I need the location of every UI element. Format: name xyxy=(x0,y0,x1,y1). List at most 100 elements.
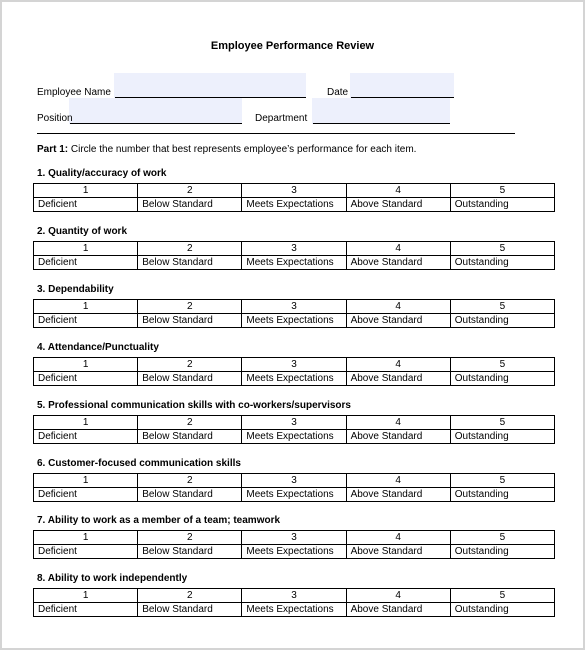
rating-description-cell: Outstanding xyxy=(449,255,556,270)
rating-number-cell[interactable]: 4 xyxy=(345,415,451,430)
rating-number-cell[interactable]: 1 xyxy=(32,357,139,372)
rating-number-cell[interactable]: 5 xyxy=(449,415,556,430)
rating-description-row: Deficient Below Standard Meets Expectation… xyxy=(32,544,556,559)
rating-description-cell: Below Standard xyxy=(137,255,243,270)
rating-number-row: 12345 xyxy=(32,357,556,372)
rating-number-cell[interactable]: 1 xyxy=(32,473,139,488)
rating-number-cell[interactable]: 4 xyxy=(345,299,451,314)
rating-table: 1 2 3 4 5 Deficient Below Standard Meets Expect… xyxy=(32,588,556,617)
rating-number-cell[interactable]: 2 xyxy=(137,357,243,372)
rating-number-cell[interactable]: 2 xyxy=(137,588,243,603)
employee-name-field[interactable] xyxy=(114,73,306,98)
rating-number-cell[interactable]: 2 xyxy=(137,241,243,256)
part1-label: Part 1: xyxy=(37,144,69,155)
rating-description-row: Deficient Below Standard Meets Expectation… xyxy=(32,255,556,270)
rating-description-cell: Above Standard xyxy=(345,487,451,502)
rating-number-cell[interactable]: 1 xyxy=(32,588,139,603)
rating-number-cell[interactable]: 5 xyxy=(449,299,556,314)
rating-number-cell[interactable]: 4 xyxy=(345,241,451,256)
rating-number-cell[interactable]: 1 xyxy=(32,241,139,256)
rating-description-cell: Deficient xyxy=(32,313,139,328)
rating-description-cell: Below Standard xyxy=(137,487,243,502)
rating-number-cell[interactable]: 5 xyxy=(449,530,556,545)
employee-name-underline xyxy=(115,97,306,98)
section-title: 6. Customer-focused communication skills xyxy=(37,458,241,469)
rating-number-cell[interactable]: 4 xyxy=(345,357,451,372)
rating-number-cell[interactable]: 2 xyxy=(137,183,243,198)
rating-number-cell[interactable]: 4 xyxy=(345,530,451,545)
rating-number-cell[interactable]: 5 xyxy=(449,357,556,372)
rating-description-cell: Deficient xyxy=(32,371,139,386)
rating-description-cell: Meets Expectations xyxy=(241,602,347,617)
part1-text: Circle the number that best represents e… xyxy=(68,144,417,155)
employee-name-label: Employee Name xyxy=(37,87,111,98)
rating-number-cell[interactable]: 4 xyxy=(345,183,451,198)
rating-number-cell[interactable]: 5 xyxy=(449,588,556,603)
rating-number-cell[interactable]: 5 xyxy=(449,183,556,198)
rating-number-cell[interactable]: 3 xyxy=(241,415,347,430)
rating-description-row: Deficient Below Standard Meets Expectation… xyxy=(32,487,556,502)
rating-number-cell[interactable]: 5 xyxy=(449,241,556,256)
rating-number-cell[interactable]: 1 xyxy=(32,299,139,314)
rating-number-cell[interactable]: 4 xyxy=(345,588,451,603)
section-title: 4. Attendance/Punctuality xyxy=(37,342,159,353)
position-label: Position xyxy=(37,113,73,124)
rating-description-cell: Meets Expectations xyxy=(241,197,347,212)
rating-description-cell: Above Standard xyxy=(345,255,451,270)
document-title: Employee Performance Review xyxy=(210,40,375,52)
rating-description-row: Deficient Below Standard Meets Expectation… xyxy=(32,371,556,386)
rating-number-cell[interactable]: 5 xyxy=(449,473,556,488)
section-title: 8. Ability to work independently xyxy=(37,573,188,584)
rating-number-cell[interactable]: 2 xyxy=(137,473,243,488)
rating-description-cell: Outstanding xyxy=(449,313,556,328)
rating-number-cell[interactable]: 3 xyxy=(241,473,347,488)
section-title: 1. Quality/accuracy of work xyxy=(37,168,167,179)
rating-description-cell: Below Standard xyxy=(137,429,243,444)
rating-description-cell: Deficient xyxy=(32,429,139,444)
rating-number-cell[interactable]: 3 xyxy=(241,357,347,372)
rating-table: 1 2 3 4 5 Deficient Below Standard Meets Expect… xyxy=(32,241,556,270)
rating-number-cell[interactable]: 3 xyxy=(241,588,347,603)
rating-number-cell[interactable]: 2 xyxy=(137,299,243,314)
department-field[interactable] xyxy=(312,98,450,124)
rating-number-row: 12345 xyxy=(32,299,556,314)
rating-number-cell[interactable]: 2 xyxy=(137,415,243,430)
rating-description-cell: Meets Expectations xyxy=(241,255,347,270)
section-title: 7. Ability to work as a member of a team… xyxy=(37,515,281,526)
rating-number-cell[interactable]: 3 xyxy=(241,530,347,545)
rating-table: 1 2 3 4 5 Deficient Below Standard Meets Expect… xyxy=(32,415,556,444)
rating-description-cell: Below Standard xyxy=(137,602,243,617)
rating-number-cell[interactable]: 3 xyxy=(241,183,347,198)
rating-description-cell: Outstanding xyxy=(449,429,556,444)
rating-number-cell[interactable]: 3 xyxy=(241,241,347,256)
rating-number-cell[interactable]: 1 xyxy=(32,183,139,198)
rating-number-row: 12345 xyxy=(32,588,556,603)
rating-table: 1 2 3 4 5 Deficient Below Standard Meets Expect… xyxy=(32,473,556,502)
rating-number-row: 12345 xyxy=(32,183,556,198)
rating-description-cell: Below Standard xyxy=(137,197,243,212)
rating-table: 1 2 3 4 5 Deficient Below Standard Meets Expect… xyxy=(32,183,556,212)
date-field[interactable] xyxy=(350,73,454,98)
position-field[interactable] xyxy=(69,98,242,124)
rating-number-row: 12345 xyxy=(32,473,556,488)
rating-description-cell: Meets Expectations xyxy=(241,487,347,502)
date-label: Date xyxy=(327,87,349,98)
rating-description-cell: Above Standard xyxy=(345,371,451,386)
rating-description-cell: Meets Expectations xyxy=(241,371,347,386)
rating-description-cell: Outstanding xyxy=(449,602,556,617)
rating-description-cell: Meets Expectations xyxy=(241,313,347,328)
rating-description-cell: Above Standard xyxy=(345,429,451,444)
rating-number-cell[interactable]: 1 xyxy=(32,530,139,545)
rating-number-cell[interactable]: 1 xyxy=(32,415,139,430)
rating-number-cell[interactable]: 4 xyxy=(345,473,451,488)
rating-description-cell: Above Standard xyxy=(345,197,451,212)
rating-description-row: Deficient Below Standard Meets Expectation… xyxy=(32,429,556,444)
rating-number-row: 12345 xyxy=(32,241,556,256)
position-underline xyxy=(70,123,242,124)
rating-number-cell[interactable]: 2 xyxy=(137,530,243,545)
rating-description-cell: Above Standard xyxy=(345,313,451,328)
rating-description-row: Deficient Below Standard Meets Expectation… xyxy=(32,313,556,328)
rating-table: 1 2 3 4 5 Deficient Below Standard Meets Expect… xyxy=(32,299,556,328)
rating-number-cell[interactable]: 3 xyxy=(241,299,347,314)
rating-description-cell: Deficient xyxy=(32,487,139,502)
